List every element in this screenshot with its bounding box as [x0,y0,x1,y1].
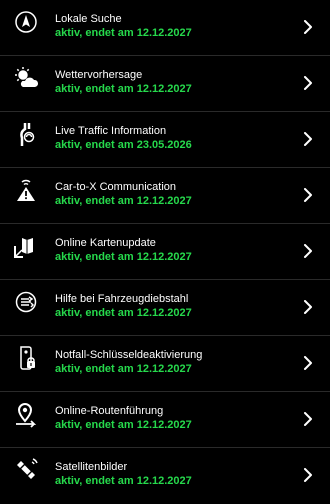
services-list: Lokale Suche aktiv, endet am 12.12.2027 … [0,0,330,504]
service-title: Car-to-X Communication [55,181,177,193]
service-status: aktiv, endet am 12.12.2027 [55,419,192,431]
key-deactivation-icon [12,344,40,372]
service-status: aktiv, endet am 12.12.2027 [55,307,192,319]
service-item-schluesseldeaktivierung[interactable]: Notfall-Schlüsseldeaktivierung aktiv, en… [0,336,330,392]
service-item-live-traffic[interactable]: Live Traffic Information aktiv, endet am… [0,112,330,168]
chevron-right-icon [303,412,313,426]
service-item-kartenupdate[interactable]: Online Kartenupdate aktiv, endet am 12.1… [0,224,330,280]
live-traffic-icon [12,120,40,148]
chevron-right-icon [303,188,313,202]
chevron-right-icon [303,468,313,482]
chevron-right-icon [303,76,313,90]
theft-assist-icon [12,288,40,316]
compass-icon [12,8,40,36]
service-title: Lokale Suche [55,13,122,25]
service-item-wettervorhersage[interactable]: Wettervorhersage aktiv, endet am 12.12.2… [0,56,330,112]
map-update-icon [12,232,40,260]
service-title: Wettervorhersage [55,69,143,81]
service-title: Notfall-Schlüsseldeaktivierung [55,349,203,361]
satellite-icon [12,456,40,484]
service-title: Online Kartenupdate [55,237,156,249]
service-item-routenfuehrung[interactable]: Online-Routenführung aktiv, endet am 12.… [0,392,330,448]
chevron-right-icon [303,20,313,34]
service-status: aktiv, endet am 12.12.2027 [55,475,192,487]
weather-sun-cloud-icon [12,64,40,92]
service-item-car-to-x[interactable]: Car-to-X Communication aktiv, endet am 1… [0,168,330,224]
car-to-x-warning-icon [12,176,40,204]
service-status: aktiv, endet am 12.12.2027 [55,27,192,39]
service-item-lokale-suche[interactable]: Lokale Suche aktiv, endet am 12.12.2027 [0,0,330,56]
service-title: Hilfe bei Fahrzeugdiebstahl [55,293,189,305]
service-status: aktiv, endet am 12.12.2027 [55,195,192,207]
chevron-right-icon [303,356,313,370]
service-item-fahrzeugdiebstahl[interactable]: Hilfe bei Fahrzeugdiebstahl aktiv, endet… [0,280,330,336]
chevron-right-icon [303,244,313,258]
service-status: aktiv, endet am 23.05.2026 [55,139,192,151]
service-item-satellitenbilder[interactable]: Satellitenbilder aktiv, endet am 12.12.2… [0,448,330,504]
service-title: Online-Routenführung [55,405,164,417]
service-status: aktiv, endet am 12.12.2027 [55,363,192,375]
route-pin-icon [12,400,40,428]
service-status: aktiv, endet am 12.12.2027 [55,251,192,263]
chevron-right-icon [303,300,313,314]
service-title: Satellitenbilder [55,461,128,473]
service-title: Live Traffic Information [55,125,167,137]
service-status: aktiv, endet am 12.12.2027 [55,83,192,95]
chevron-right-icon [303,132,313,146]
